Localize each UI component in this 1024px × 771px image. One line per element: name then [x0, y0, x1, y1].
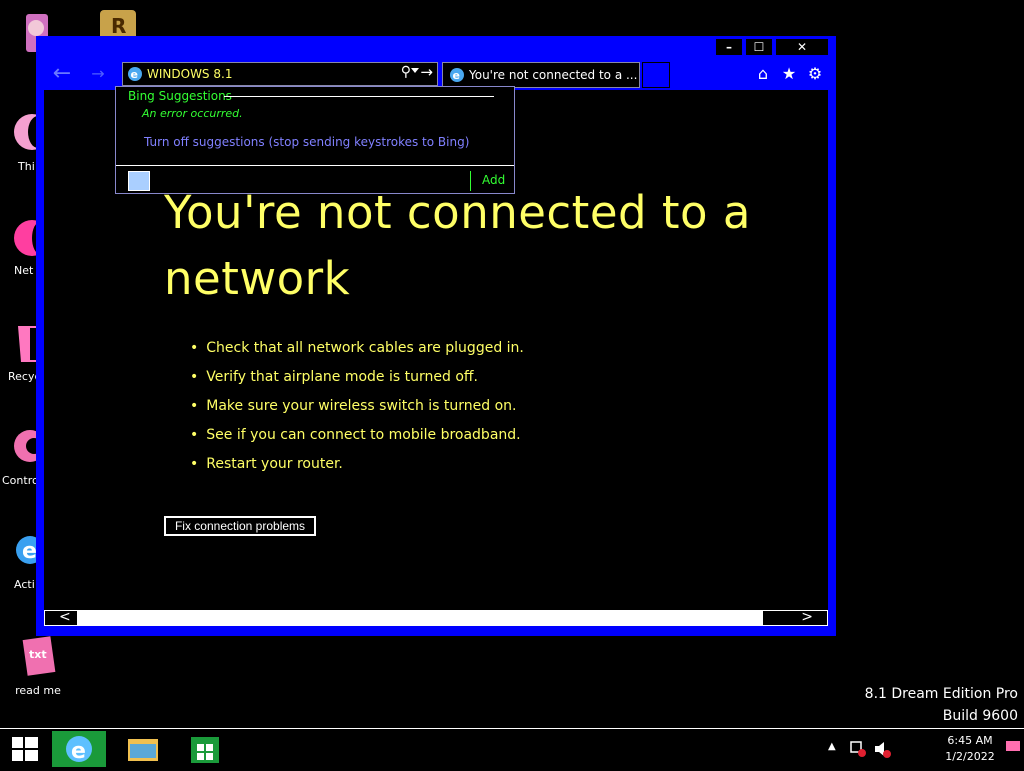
scroll-left-icon[interactable]: < [59, 609, 71, 625]
list-item: Make sure your wireless switch is turned… [190, 398, 524, 427]
list-item: Check that all network cables are plugge… [190, 340, 524, 369]
horizontal-scrollbar[interactable]: < > [44, 609, 828, 626]
taskbar-ie[interactable]: e [52, 731, 106, 767]
clock[interactable]: 6:45 AM 1/2/2022 [942, 733, 998, 765]
store-bag-icon [191, 737, 219, 763]
fix-connection-button[interactable]: Fix connection problems [164, 516, 316, 536]
desktop-icon-read-me[interactable]: txt read me [8, 634, 68, 697]
volume-muted-icon[interactable] [872, 739, 892, 759]
edition-text: 8.1 Dream Edition Pro Build 9600 [865, 686, 1018, 724]
internet-explorer-icon: e [66, 736, 92, 764]
text-file-icon: txt [22, 636, 56, 676]
desktop-icon-label: read me [15, 684, 61, 697]
toolbar-icons: ⌂ ★ ⚙ [754, 64, 824, 83]
address-input[interactable] [147, 65, 367, 83]
clock-time: 6:45 AM [947, 734, 993, 747]
scroll-right-icon[interactable]: > [801, 609, 813, 625]
suggestions-error: An error occurred. [142, 107, 243, 120]
build-number: Build 9600 [942, 708, 1018, 724]
address-bar[interactable]: e ⚲ → [122, 62, 438, 86]
show-hidden-icons-icon[interactable]: ▲ [828, 741, 836, 752]
taskbar: e ▲ 6:45 AM 1/2/2022 [0, 728, 1024, 768]
divider [224, 96, 494, 97]
ie-page-icon: e [128, 67, 142, 81]
search-provider-icon[interactable] [128, 171, 150, 191]
svg-text:txt: txt [29, 648, 47, 661]
svg-text:e: e [22, 539, 37, 564]
taskbar-file-explorer[interactable] [116, 731, 170, 767]
tab-active[interactable]: e You're not connected to a ... [442, 62, 640, 88]
svg-text:e: e [453, 69, 460, 82]
search-suggestions-popup: Bing Suggestions An error occurred. Turn… [115, 86, 515, 194]
folder-icon [128, 739, 158, 761]
windows-logo-icon [12, 737, 38, 761]
r-app-icon: R [100, 10, 136, 40]
home-icon[interactable]: ⌂ [754, 64, 772, 83]
clock-date: 1/2/2022 [945, 750, 995, 763]
list-item: Restart your router. [190, 456, 524, 485]
back-button[interactable]: ← [48, 62, 76, 88]
page-title: You're not connected to a network [164, 186, 751, 305]
forward-button[interactable]: → [84, 62, 112, 88]
minimize-button[interactable]: – [716, 39, 742, 55]
navigation-bar: ← → e ⚲ → e You're not connected to a ..… [44, 62, 828, 88]
suggestions-header: Bing Suggestions [128, 89, 232, 103]
scrollbar-thumb[interactable] [77, 611, 763, 625]
svg-text:e: e [131, 68, 138, 81]
taskbar-store[interactable] [178, 731, 232, 767]
svg-text:e: e [71, 739, 86, 764]
favorites-star-icon[interactable]: ★ [780, 64, 798, 83]
start-button[interactable] [0, 731, 50, 767]
edition-name: 8.1 Dream Edition Pro [864, 686, 1018, 702]
settings-gear-icon[interactable]: ⚙ [806, 64, 824, 83]
search-icon[interactable]: ⚲ [401, 64, 411, 80]
chevron-down-icon[interactable] [411, 68, 419, 73]
divider [116, 165, 514, 166]
window-controls: – ☐ ✕ [716, 39, 828, 55]
svg-text:R: R [111, 14, 126, 38]
maximize-button[interactable]: ☐ [746, 39, 772, 55]
turn-off-suggestions-link[interactable]: Turn off suggestions (stop sending keyst… [144, 135, 469, 149]
tab-title: You're not connected to a ... [469, 68, 638, 82]
close-button[interactable]: ✕ [776, 39, 828, 55]
divider [470, 171, 471, 191]
new-tab-button[interactable] [642, 62, 670, 88]
list-item: See if you can connect to mobile broadba… [190, 427, 524, 456]
troubleshooting-list: Check that all network cables are plugge… [190, 340, 524, 485]
ie-page-icon: e [450, 68, 464, 82]
network-status-icon[interactable] [848, 739, 868, 759]
list-item: Verify that airplane mode is turned off. [190, 369, 524, 398]
add-provider-button[interactable]: Add [482, 173, 505, 187]
show-desktop-button[interactable] [1006, 741, 1020, 751]
go-arrow-icon[interactable]: → [420, 63, 433, 81]
desktop-icon-r[interactable]: R [88, 6, 148, 40]
